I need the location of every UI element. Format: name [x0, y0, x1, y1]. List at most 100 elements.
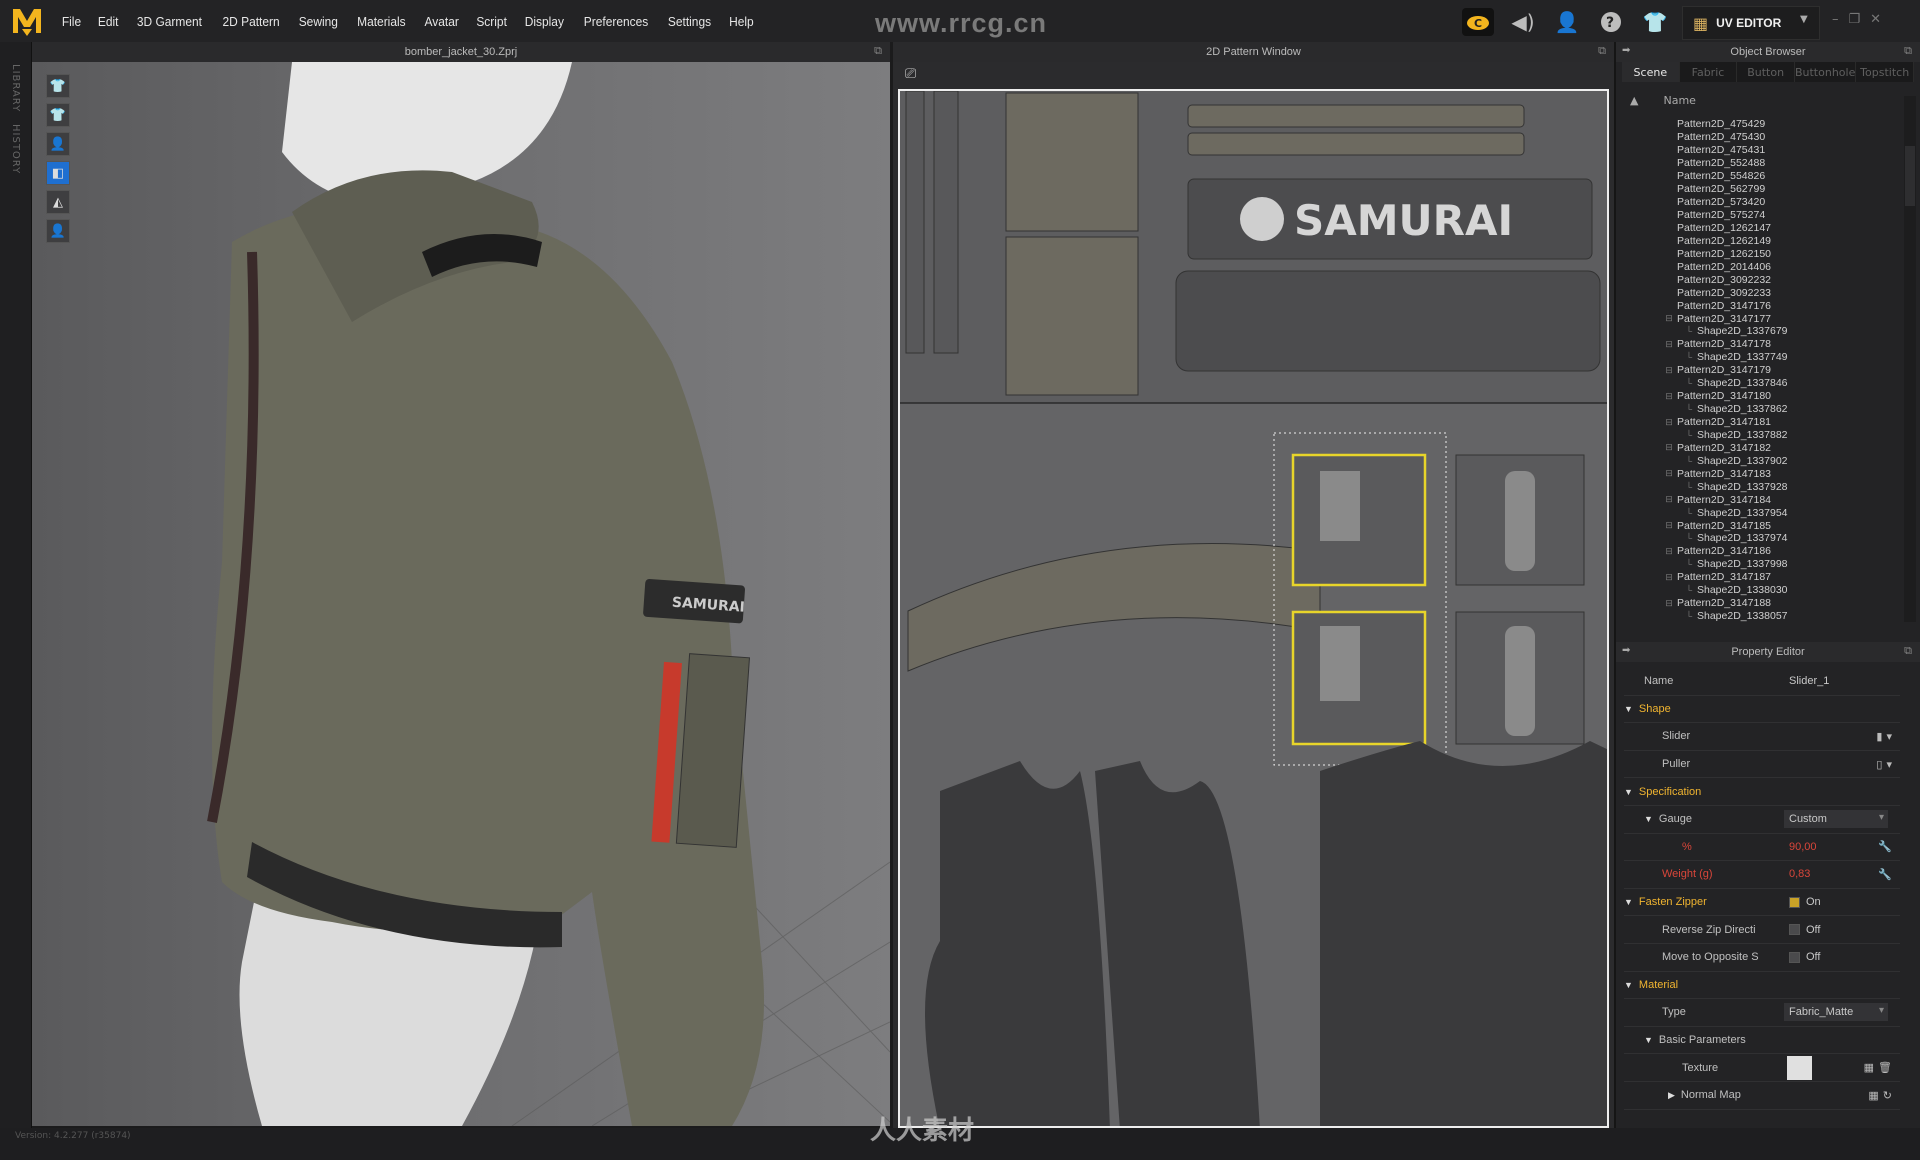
- shading-icon[interactable]: ◭: [46, 190, 70, 214]
- cloud-icon[interactable]: C: [1462, 8, 1494, 36]
- popout-icon[interactable]: ⧉: [1904, 645, 1912, 658]
- refresh-icon[interactable]: ↻: [1883, 1089, 1892, 1102]
- tree-item[interactable]: ⊟ Pattern2D_3147185: [1626, 519, 1900, 532]
- history-tab[interactable]: HISTORY: [10, 124, 21, 174]
- snapshot-icon[interactable]: ⎚: [905, 66, 916, 82]
- reverse-zip-checkbox[interactable]: [1789, 924, 1800, 936]
- tree-item[interactable]: └ Shape2D_1337928: [1626, 480, 1900, 493]
- name-value[interactable]: Slider_1: [1789, 675, 1829, 687]
- tree-item[interactable]: Pattern2D_2014406: [1626, 260, 1900, 273]
- name-column-header[interactable]: ▲ Name: [1630, 94, 1696, 107]
- tree-item[interactable]: Pattern2D_573420: [1626, 196, 1900, 209]
- 3d-viewport[interactable]: SAMURAI 👕 👕 👤 ◧ ◭ 👤: [32, 62, 890, 1126]
- tree-item[interactable]: Pattern2D_475431: [1626, 144, 1900, 157]
- tree-item[interactable]: Pattern2D_1262149: [1626, 234, 1900, 247]
- collapse-icon[interactable]: ⊟: [1664, 442, 1674, 453]
- show-avatar-icon[interactable]: 👤: [46, 132, 70, 156]
- triangle-down-icon[interactable]: ▼: [1644, 814, 1653, 824]
- tree-item[interactable]: └ Shape2D_1338030: [1626, 584, 1900, 597]
- tree-item[interactable]: Pattern2D_475429: [1626, 118, 1900, 131]
- menu-avatar[interactable]: Avatar: [424, 14, 458, 29]
- section-fasten-zipper[interactable]: ▼ Fasten Zipper On: [1624, 889, 1900, 917]
- menu-file[interactable]: File: [62, 14, 81, 29]
- restore-button[interactable]: ❐: [1849, 12, 1861, 27]
- tree-item[interactable]: └ Shape2D_1337862: [1626, 403, 1900, 416]
- tab-fabric[interactable]: Fabric: [1680, 62, 1738, 82]
- collapse-arrow-icon[interactable]: ➡: [1622, 645, 1630, 656]
- delete-icon[interactable]: 🗑: [1878, 1061, 1892, 1074]
- user-icon[interactable]: 👤: [1552, 7, 1582, 37]
- tree-item[interactable]: Pattern2D_475430: [1626, 131, 1900, 144]
- tree-item[interactable]: Pattern2D_1262150: [1626, 247, 1900, 260]
- show-garment-icon[interactable]: 👕: [46, 74, 70, 98]
- wrench-icon[interactable]: 🔧: [1878, 868, 1892, 881]
- section-material[interactable]: ▼ Material: [1624, 972, 1900, 1000]
- tree-item[interactable]: Pattern2D_3147176: [1626, 299, 1900, 312]
- tree-item[interactable]: Pattern2D_554826: [1626, 170, 1900, 183]
- tab-button[interactable]: Button: [1737, 62, 1795, 82]
- show-garment-wire-icon[interactable]: 👕: [46, 103, 70, 127]
- weight-value[interactable]: 0,83: [1789, 868, 1810, 880]
- add-garment-icon[interactable]: 👕: [1640, 7, 1670, 37]
- tree-item[interactable]: └ Shape2D_1337954: [1626, 506, 1900, 519]
- slider-shape-icon[interactable]: ▮: [1876, 730, 1882, 743]
- collapse-icon[interactable]: ⊟: [1664, 494, 1674, 505]
- tree-item[interactable]: Pattern2D_3092232: [1626, 273, 1900, 286]
- popout-icon[interactable]: ⧉: [874, 45, 882, 58]
- library-tab[interactable]: LIBRARY: [10, 64, 21, 112]
- minimize-button[interactable]: –: [1832, 12, 1839, 27]
- collapse-icon[interactable]: ⊟: [1664, 313, 1674, 324]
- tree-item[interactable]: Pattern2D_552488: [1626, 157, 1900, 170]
- tree-item[interactable]: ⊟ Pattern2D_3147179: [1626, 364, 1900, 377]
- collapse-icon[interactable]: ⊟: [1664, 339, 1674, 350]
- menu-sewing[interactable]: Sewing: [299, 14, 338, 29]
- collapse-icon[interactable]: ⊟: [1664, 546, 1674, 557]
- texture-mode-icon[interactable]: ◧: [46, 161, 70, 185]
- section-shape[interactable]: ▼ Shape: [1624, 696, 1900, 724]
- collapse-icon[interactable]: ⊟: [1664, 391, 1674, 402]
- tree-item[interactable]: ⊟ Pattern2D_3147182: [1626, 441, 1900, 454]
- tree-item[interactable]: ⊟ Pattern2D_3147180: [1626, 390, 1900, 403]
- menu-edit[interactable]: Edit: [98, 14, 119, 29]
- tree-item[interactable]: └ Shape2D_1337882: [1626, 429, 1900, 442]
- prop-basic-params[interactable]: ▼ Basic Parameters: [1624, 1027, 1900, 1055]
- tree-item[interactable]: ⊟ Pattern2D_3147187: [1626, 571, 1900, 584]
- tree-item[interactable]: ⊟ Pattern2D_3147188: [1626, 597, 1900, 610]
- collapse-icon[interactable]: ⊟: [1664, 598, 1674, 609]
- tree-item[interactable]: ⊟ Pattern2D_3147183: [1626, 467, 1900, 480]
- object-browser-scrollbar[interactable]: [1904, 96, 1916, 622]
- menu-display[interactable]: Display: [525, 14, 564, 29]
- triangle-right-icon[interactable]: ▶: [1668, 1090, 1675, 1101]
- tab-buttonhole[interactable]: Buttonhole: [1795, 62, 1857, 82]
- collapse-icon[interactable]: ⊟: [1664, 365, 1674, 376]
- puller-shape-icon[interactable]: ▯: [1876, 758, 1882, 771]
- tree-item[interactable]: ⊟ Pattern2D_3147177: [1626, 312, 1900, 325]
- tree-item[interactable]: └ Shape2D_1337749: [1626, 351, 1900, 364]
- avatar-silhouette-icon[interactable]: 👤: [46, 219, 70, 243]
- tree-item[interactable]: ⊟ Pattern2D_3147186: [1626, 545, 1900, 558]
- tree-item[interactable]: Pattern2D_562799: [1626, 183, 1900, 196]
- menu-2d-pattern[interactable]: 2D Pattern: [223, 14, 280, 29]
- tree-item[interactable]: └ Shape2D_1337902: [1626, 454, 1900, 467]
- material-type-dropdown[interactable]: Fabric_Matte: [1784, 1003, 1888, 1022]
- percent-value[interactable]: 90,00: [1789, 841, 1817, 853]
- fasten-checkbox[interactable]: [1789, 896, 1800, 908]
- tree-item[interactable]: Pattern2D_3092233: [1626, 286, 1900, 299]
- texture-swatch[interactable]: [1787, 1055, 1812, 1080]
- chevron-down-icon[interactable]: ▾: [1886, 730, 1892, 743]
- move-opposite-checkbox[interactable]: [1789, 951, 1800, 963]
- tree-item[interactable]: └ Shape2D_1337679: [1626, 325, 1900, 338]
- tree-item[interactable]: └ Shape2D_1337974: [1626, 532, 1900, 545]
- tree-item[interactable]: └ Shape2D_1337846: [1626, 377, 1900, 390]
- popout-icon[interactable]: ⧉: [1598, 45, 1606, 58]
- menu-3d-garment[interactable]: 3D Garment: [137, 14, 202, 29]
- collapse-icon[interactable]: ⊟: [1664, 572, 1674, 583]
- scrollbar-thumb[interactable]: [1905, 146, 1915, 206]
- menu-help[interactable]: Help: [729, 14, 754, 29]
- grid-icon[interactable]: ▦: [1868, 1089, 1878, 1102]
- wrench-icon[interactable]: 🔧: [1878, 840, 1892, 853]
- collapse-icon[interactable]: ⊟: [1664, 417, 1674, 428]
- chevron-down-icon[interactable]: ▼: [1800, 14, 1808, 25]
- close-button[interactable]: ✕: [1870, 12, 1881, 27]
- pattern-canvas[interactable]: SAMURAI: [898, 89, 1609, 1128]
